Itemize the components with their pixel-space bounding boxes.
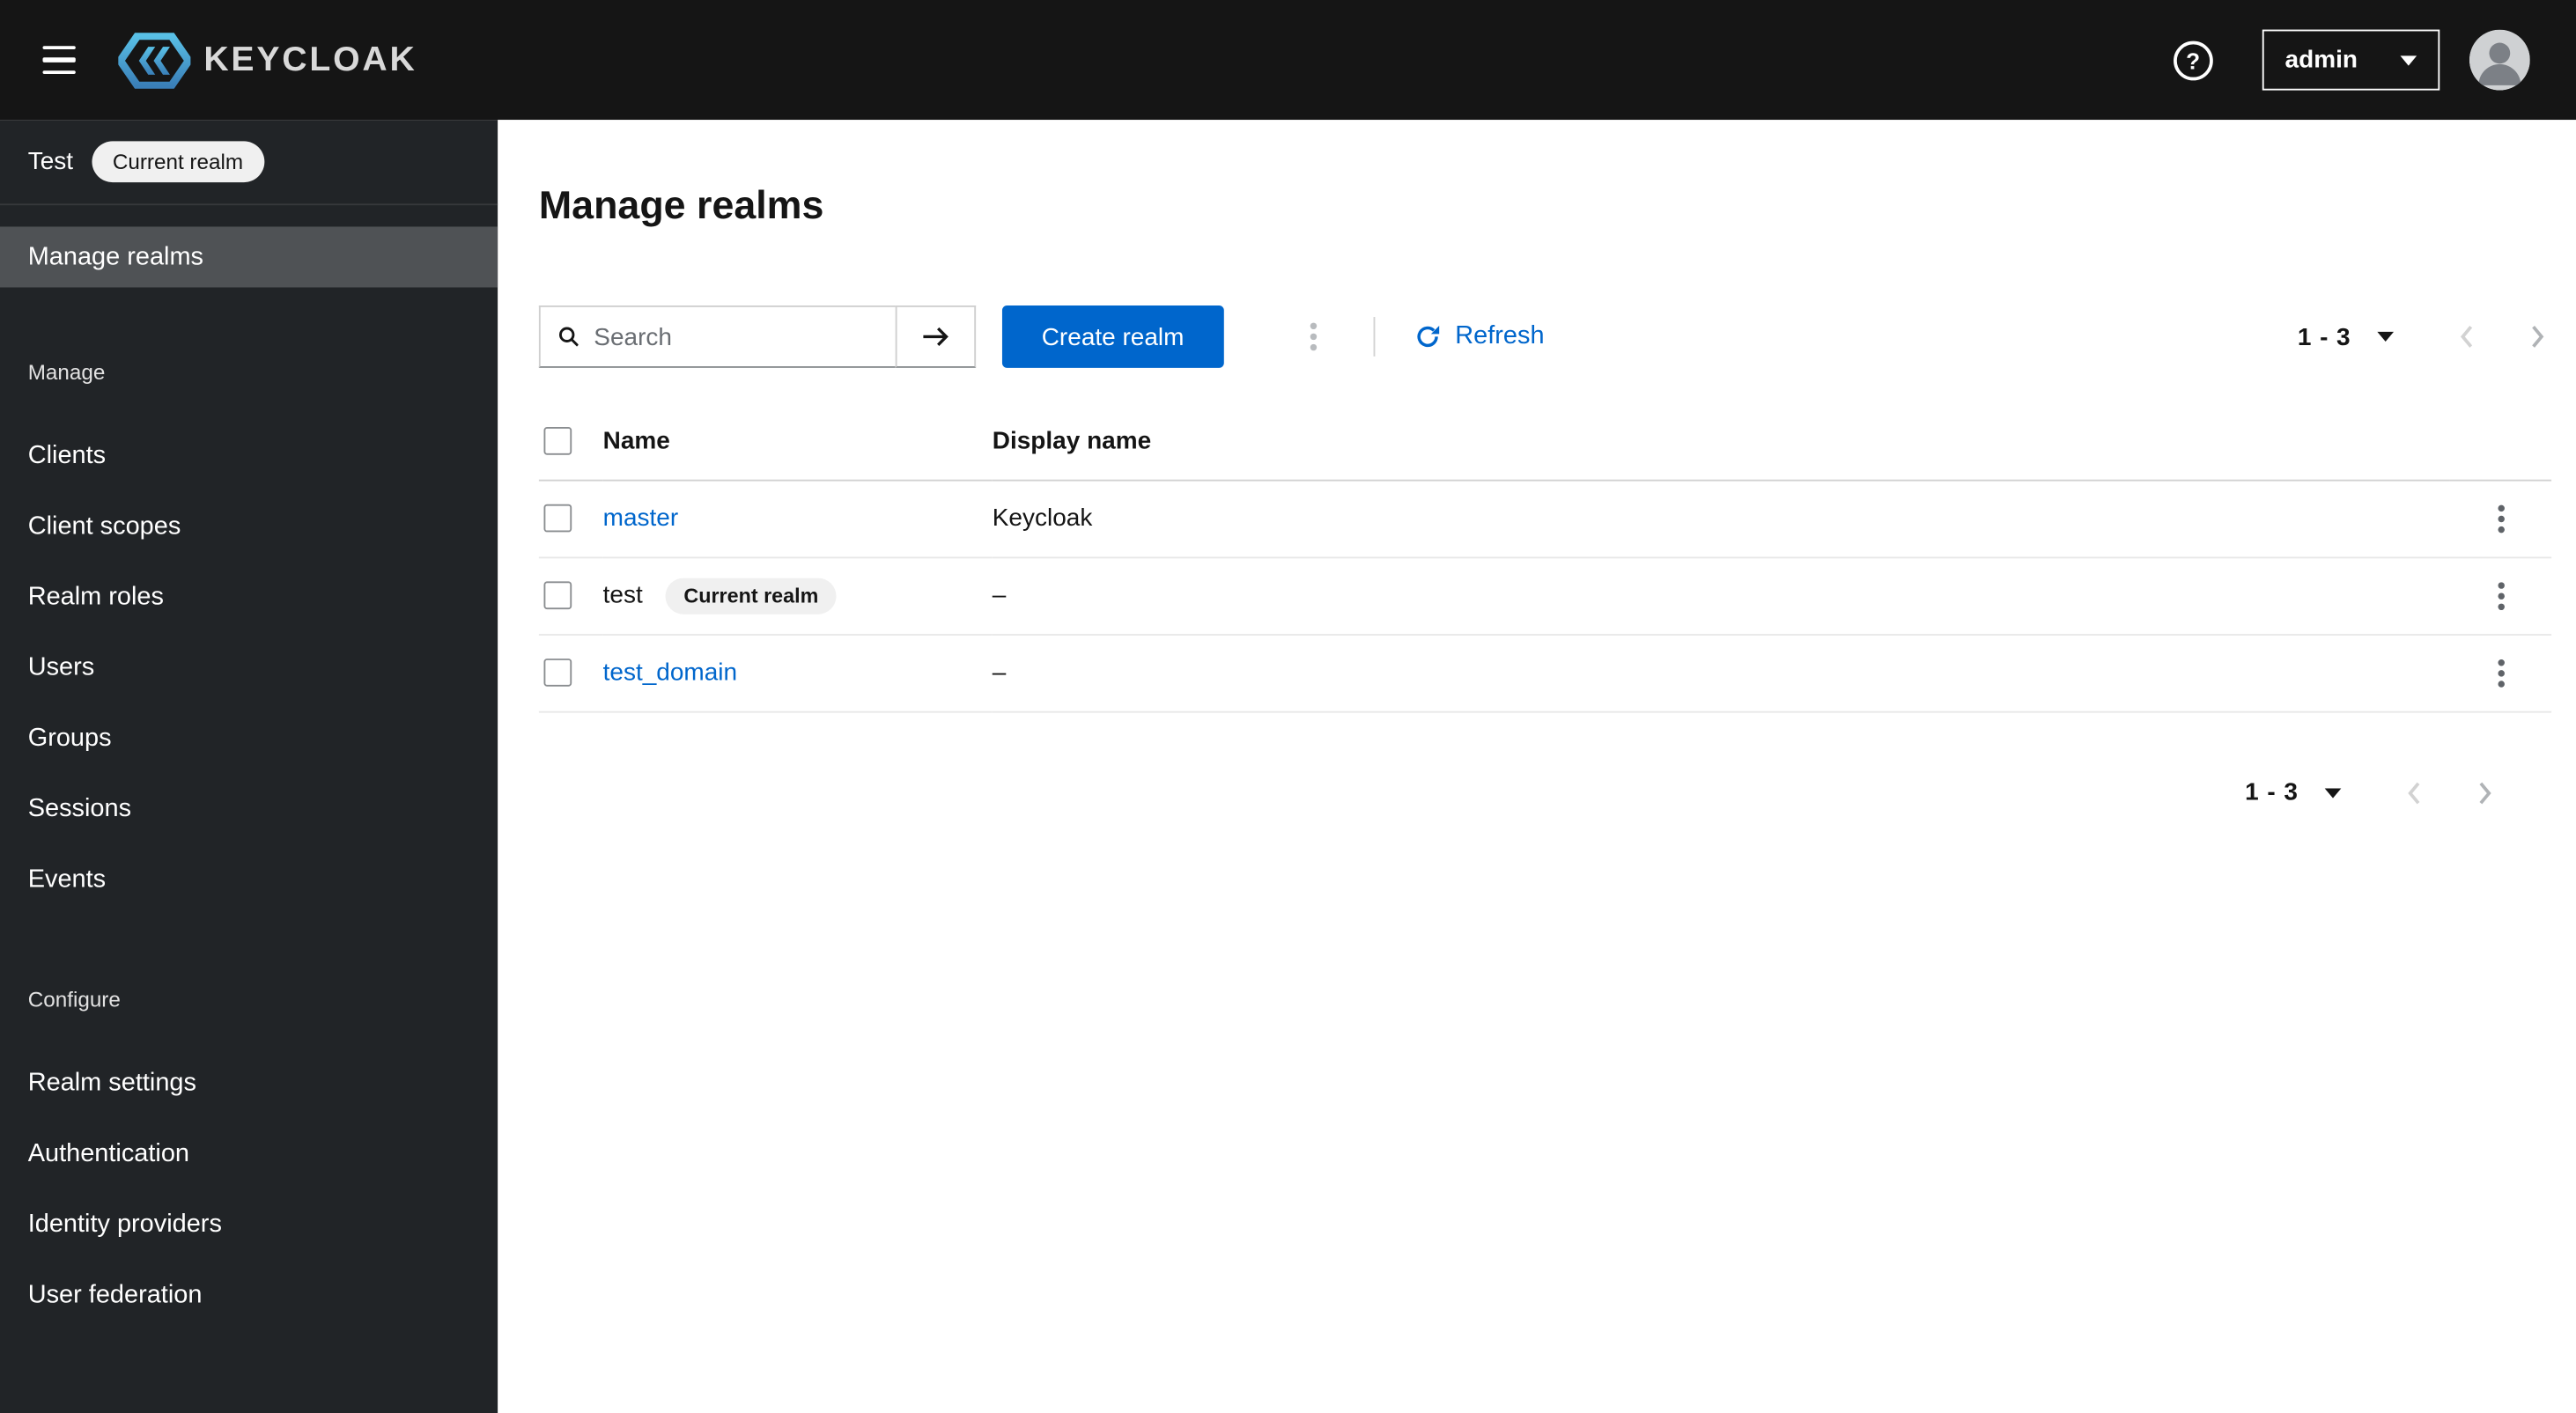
pagination-range: 1 - 3 xyxy=(2245,778,2299,806)
sidebar-item-clients[interactable]: Clients xyxy=(0,421,498,491)
sidebar-item-authentication[interactable]: Authentication xyxy=(0,1118,498,1189)
column-header-display-name: Display name xyxy=(992,427,1152,456)
sidebar-item-identity-providers[interactable]: Identity providers xyxy=(0,1189,498,1260)
pagination-next-button[interactable] xyxy=(2523,319,2551,355)
row-kebab-menu[interactable] xyxy=(2480,570,2521,620)
realm-display-name: – xyxy=(992,581,1007,610)
sidebar-item-users[interactable]: Users xyxy=(0,632,498,703)
chevron-right-icon xyxy=(2532,326,2544,348)
kebab-icon xyxy=(2497,504,2505,533)
search-input[interactable] xyxy=(594,322,878,351)
search-submit-button[interactable] xyxy=(895,305,977,368)
masthead-right: ? admin xyxy=(2173,29,2530,91)
row-checkbox[interactable] xyxy=(543,581,572,610)
pagination-top: 1 - 3 xyxy=(2298,319,2551,355)
realm-display-name: – xyxy=(992,659,1007,687)
toolbar: Create realm Refresh xyxy=(538,305,2551,368)
pagination-bottom: 1 - 3 xyxy=(2245,775,2498,811)
section-title-configure: Configure xyxy=(27,987,121,1012)
chevron-left-icon xyxy=(2460,326,2473,348)
search-box xyxy=(538,305,896,368)
caret-down-icon xyxy=(2324,787,2342,798)
sidebar-item-events[interactable]: Events xyxy=(0,844,498,915)
chevron-left-icon xyxy=(2408,781,2420,804)
sidebar-item-client-scopes[interactable]: Client scopes xyxy=(0,491,498,562)
row-kebab-menu[interactable] xyxy=(2480,648,2521,697)
realm-display-name: Keycloak xyxy=(992,504,1093,533)
kebab-icon xyxy=(1310,322,1317,351)
keycloak-logo-icon xyxy=(118,32,191,88)
current-realm-badge: Current realm xyxy=(91,141,265,183)
page-title: Manage realms xyxy=(538,183,824,229)
avatar-icon xyxy=(2469,29,2530,91)
sidebar-item-manage-realms[interactable]: Manage realms xyxy=(0,226,498,288)
sidebar-item-sessions[interactable]: Sessions xyxy=(0,774,498,844)
nav-toggle-button[interactable] xyxy=(26,26,95,94)
pagination-menu-toggle[interactable]: 1 - 3 xyxy=(2245,778,2342,806)
avatar[interactable] xyxy=(2469,29,2530,91)
pagination-prev-button[interactable] xyxy=(2453,319,2481,355)
create-realm-button[interactable]: Create realm xyxy=(1001,305,1224,368)
arrow-right-icon xyxy=(923,327,948,346)
select-all-checkbox[interactable] xyxy=(543,427,572,456)
pagination-menu-toggle[interactable]: 1 - 3 xyxy=(2297,322,2395,351)
help-icon[interactable]: ? xyxy=(2173,40,2213,80)
toolbar-kebab-menu[interactable] xyxy=(1293,312,1334,361)
user-dropdown[interactable]: admin xyxy=(2262,29,2440,91)
row-checkbox[interactable] xyxy=(543,659,572,687)
search-icon xyxy=(558,327,579,347)
username: admin xyxy=(2284,46,2358,74)
pagination-next-button[interactable] xyxy=(2471,775,2499,811)
main-content: Manage realms Search Create realm Refres… xyxy=(498,120,2576,1413)
sidebar-section-configure: Configure Realm settings Authentication … xyxy=(0,987,498,1330)
realms-table: Name Display name master Keycloak test C… xyxy=(538,404,2552,712)
column-header-name: Name xyxy=(602,427,670,456)
realm-name-text: test xyxy=(602,580,643,609)
search-group xyxy=(538,305,977,368)
sidebar-section-manage: Manage Clients Client scopes Realm roles… xyxy=(0,360,498,916)
table-header-row: Name Display name xyxy=(538,404,2552,480)
table-row: master Keycloak xyxy=(538,480,2552,557)
keycloak-admin-console: KEYCLOAK ? admin Test Current realm Mana… xyxy=(0,0,2576,1413)
kebab-icon xyxy=(2497,581,2505,610)
realm-name: Test xyxy=(27,147,74,176)
row-kebab-menu[interactable] xyxy=(2480,494,2521,543)
current-realm-row: Test Current realm xyxy=(0,120,498,206)
realm-link[interactable]: test_domain xyxy=(603,659,737,687)
masthead: KEYCLOAK ? admin xyxy=(0,0,2576,121)
kebab-icon xyxy=(2497,659,2505,687)
realm-link[interactable]: master xyxy=(603,504,679,533)
sidebar-item-groups[interactable]: Groups xyxy=(0,703,498,773)
brand-logo: KEYCLOAK xyxy=(118,32,417,88)
sidebar: Test Current realm Manage realms Manage … xyxy=(0,120,498,1413)
caret-down-icon xyxy=(2400,55,2417,65)
current-realm-badge: Current realm xyxy=(665,577,837,614)
row-checkbox[interactable] xyxy=(543,504,572,533)
brand-wordmark: KEYCLOAK xyxy=(203,40,417,78)
pagination-range: 1 - 3 xyxy=(2297,322,2351,351)
refresh-button[interactable]: Refresh xyxy=(1414,322,1545,352)
caret-down-icon xyxy=(2377,331,2395,342)
toolbar-divider xyxy=(1373,317,1375,357)
pagination-prev-button[interactable] xyxy=(2400,775,2428,811)
sidebar-item-user-federation[interactable]: User federation xyxy=(0,1260,498,1330)
sidebar-item-realm-settings[interactable]: Realm settings xyxy=(0,1048,498,1118)
chevron-right-icon xyxy=(2479,781,2491,804)
pagination-bottom-wrap: 1 - 3 xyxy=(539,775,2499,811)
section-title-manage: Manage xyxy=(27,359,106,385)
table-row: test Current realm – xyxy=(538,556,2552,635)
refresh-icon xyxy=(1416,325,1439,348)
table-row: test_domain – xyxy=(538,634,2552,711)
sidebar-item-realm-roles[interactable]: Realm roles xyxy=(0,562,498,632)
